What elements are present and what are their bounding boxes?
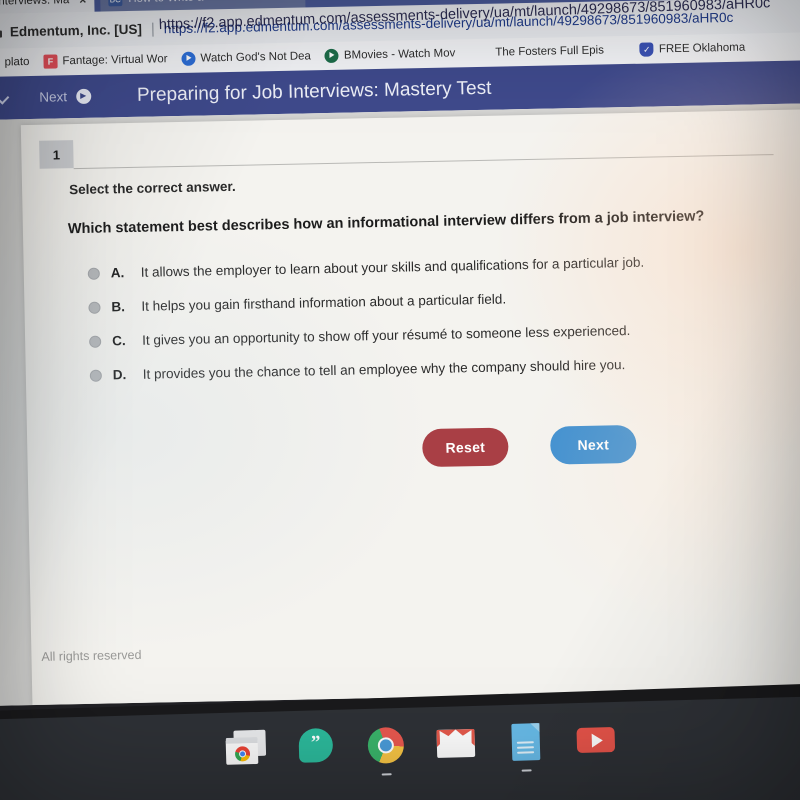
- tab-favicon-icon: BC: [108, 0, 123, 6]
- choice-letter: C.: [111, 333, 126, 349]
- fantage-icon: F: [43, 54, 58, 69]
- play-circle-icon: [181, 51, 196, 66]
- page-body: 1 Select the correct answer. Which state…: [0, 102, 800, 706]
- footer-text: All rights reserved: [41, 647, 142, 664]
- bookmark-label: plato: [4, 55, 30, 69]
- reset-button[interactable]: Reset: [421, 427, 509, 468]
- answer-choice-c[interactable]: C. It gives you an opportunity to show o…: [89, 320, 789, 349]
- hangouts-icon[interactable]: ”: [295, 727, 336, 769]
- youtube-icon[interactable]: [575, 720, 616, 761]
- question-number-badge[interactable]: 1: [39, 140, 74, 169]
- omnibox-divider: |: [150, 19, 155, 38]
- chrome-windows-icon[interactable]: [225, 729, 267, 771]
- answer-choice-b[interactable]: B. It helps you gain firsthand informati…: [88, 286, 788, 315]
- radio-button-d[interactable]: [89, 369, 102, 382]
- hangouts-glyph: ”: [310, 732, 321, 754]
- question-prompt: Which statement best describes how an in…: [67, 208, 705, 238]
- card-divider: [73, 154, 774, 170]
- next-button[interactable]: Next: [549, 424, 637, 465]
- bookmark-label: The Fosters Full Epis: [495, 44, 605, 59]
- google-docs-icon[interactable]: [505, 722, 546, 772]
- gmail-icon[interactable]: [435, 724, 476, 765]
- bookmark-label: FREE Oklahoma: [658, 41, 746, 56]
- chevron-down-icon[interactable]: [0, 91, 9, 104]
- choice-text: It helps you gain firsthand information …: [141, 291, 507, 314]
- action-buttons: Reset Next: [421, 424, 637, 468]
- bookmark-free-oklahoma[interactable]: ✓ FREE Oklahoma: [639, 41, 746, 57]
- bookmark-fantage[interactable]: F Fantage: Virtual Wor: [43, 52, 168, 69]
- tab-title: How to Write a: [128, 0, 203, 5]
- arrow-right-circle-icon: [75, 88, 92, 105]
- question-card: 1 Select the correct answer. Which state…: [20, 109, 800, 706]
- choice-text: It provides you the chance to tell an em…: [142, 357, 626, 382]
- bookmark-watch-gods-not-dead[interactable]: Watch God's Not Dea: [181, 49, 311, 66]
- tab-title: b Interviews: Ma: [0, 0, 70, 8]
- radio-button-b[interactable]: [88, 301, 101, 314]
- bookmark-label: BMovies - Watch Mov: [343, 47, 456, 62]
- answer-choice-a[interactable]: A. It allows the employer to learn about…: [87, 252, 788, 281]
- choice-text: It gives you an opportunity to show off …: [141, 322, 631, 348]
- screenshot-root: b Interviews: Ma × BC How to Write a Edm…: [0, 0, 800, 800]
- page-title: Preparing for Job Interviews: Mastery Te…: [136, 77, 492, 106]
- site-identity-label: Edmentum, Inc. [US]: [9, 21, 143, 39]
- header-next-label: Next: [39, 89, 68, 105]
- bookmark-the-fosters[interactable]: The Fosters Full Epis: [495, 44, 604, 58]
- bookmark-label: Watch God's Not Dea: [200, 50, 312, 65]
- choice-letter: D.: [112, 367, 127, 383]
- radio-button-c[interactable]: [89, 335, 102, 348]
- choice-letter: B.: [111, 299, 126, 315]
- close-icon[interactable]: ×: [79, 0, 86, 7]
- play-circle-dark-icon: [324, 48, 340, 64]
- bookmark-bmovies[interactable]: BMovies - Watch Mov: [324, 46, 456, 64]
- lock-icon[interactable]: [0, 26, 3, 38]
- header-next-button[interactable]: Next: [39, 88, 92, 105]
- bookmark-plato[interactable]: e plato: [0, 55, 30, 70]
- choice-text: It allows the employer to learn about yo…: [140, 254, 645, 280]
- answer-choices: A. It allows the employer to learn about…: [87, 252, 791, 402]
- bookmark-label: Fantage: Virtual Wor: [62, 53, 168, 68]
- page-footer: All rights reserved: [31, 633, 800, 664]
- laptop-screen-content: b Interviews: Ma × BC How to Write a Edm…: [0, 0, 800, 706]
- shelf-icon-list: ”: [0, 713, 800, 778]
- radio-button-a[interactable]: [87, 267, 100, 280]
- choice-letter: A.: [110, 265, 125, 281]
- answer-choice-d[interactable]: D. It provides you the chance to tell an…: [89, 354, 790, 383]
- instruction-text: Select the correct answer.: [68, 178, 236, 198]
- chrome-icon[interactable]: [365, 726, 406, 776]
- shield-icon: ✓: [639, 42, 655, 57]
